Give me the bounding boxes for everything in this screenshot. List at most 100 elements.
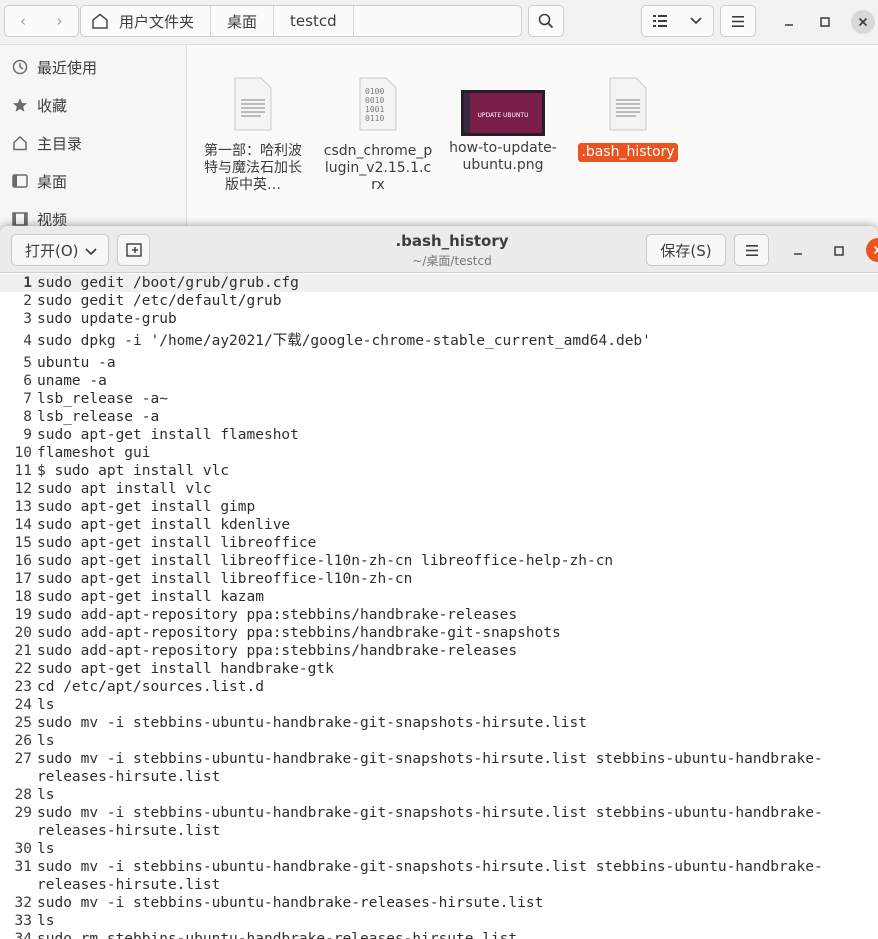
sidebar-item-label: 桌面 xyxy=(37,172,68,191)
text-editor-window: 打开(O) .bash_history ~/桌面/testcd 保存(S) 1s… xyxy=(0,226,878,939)
line-number: 6 xyxy=(23,373,32,389)
file-item-selected[interactable]: .bash_history xyxy=(573,76,683,162)
line-text: releases-hirsute.list xyxy=(37,877,221,893)
close-button[interactable] xyxy=(851,10,875,34)
line-text: lsb_release -a~ xyxy=(37,391,168,407)
line-number: 11 xyxy=(14,463,32,479)
line-text: sudo update-grub xyxy=(37,311,177,327)
line-text: uname -a xyxy=(37,373,107,389)
list-view-button[interactable] xyxy=(641,5,679,37)
code-line: 17 sudo apt-get install libreoffice-l10n-… xyxy=(0,570,878,588)
line-number: 17 xyxy=(14,571,32,587)
line-text: ls xyxy=(37,841,55,857)
line-number: 34 xyxy=(14,931,32,939)
new-tab-button[interactable] xyxy=(117,234,150,266)
line-number: 8 xyxy=(23,409,32,425)
document-path: ~/桌面/testcd xyxy=(412,254,492,268)
line-text: releases-hirsute.list xyxy=(37,769,221,785)
file-item[interactable]: UPDATE UBUNTU how-to-update-ubuntu.png xyxy=(448,76,558,174)
code-line: 2 sudo gedit /etc/default/grub xyxy=(0,292,878,310)
hamburger-menu-icon xyxy=(745,244,758,256)
open-button-label: 打开(O) xyxy=(25,241,79,260)
maximize-button[interactable] xyxy=(828,240,850,262)
breadcrumb-testcd-label: testcd xyxy=(290,12,337,30)
chevron-right-icon: › xyxy=(56,12,63,30)
sidebar-item-label: 收藏 xyxy=(37,96,68,115)
line-text: sudo apt install vlc xyxy=(37,481,212,497)
minimize-icon xyxy=(794,253,802,255)
open-button[interactable]: 打开(O) xyxy=(11,234,109,266)
code-line: 21 sudo add-apt-repository ppa:stebbins/h… xyxy=(0,642,878,660)
line-text: sudo apt-get install handbrake-gtk xyxy=(37,661,334,677)
file-name: 第一部：哈利波特与魔法石加长版中英… xyxy=(204,143,302,193)
close-icon xyxy=(858,17,868,27)
editor-menu-button[interactable] xyxy=(734,234,769,266)
back-button[interactable]: ‹ xyxy=(4,5,42,37)
svg-text:1001: 1001 xyxy=(365,105,384,114)
line-number: 10 xyxy=(14,445,32,461)
line-text: ls xyxy=(37,787,55,803)
search-button[interactable] xyxy=(528,5,564,37)
code-line: 12 sudo apt install vlc xyxy=(0,480,878,498)
sidebar-item-label: 主目录 xyxy=(37,134,83,153)
line-number: 2 xyxy=(23,293,32,309)
code-line: 24 ls xyxy=(0,696,878,714)
line-text: sudo rm stebbins-ubuntu-handbrake-releas… xyxy=(37,931,518,939)
code-line: 6 uname -a xyxy=(0,372,878,390)
code-line: 14 sudo apt-get install kdenlive xyxy=(0,516,878,534)
line-text: lsb_release -a xyxy=(37,409,160,425)
code-line: 23 cd /etc/apt/sources.list.d xyxy=(0,678,878,696)
places-sidebar: 最近使用 收藏 主目录 桌面 视频 xyxy=(0,45,187,245)
sidebar-item-home[interactable]: 主目录 xyxy=(0,124,186,162)
code-line: 16 sudo apt-get install libreoffice-l10n-… xyxy=(0,552,878,570)
line-number: 14 xyxy=(14,517,32,533)
sidebar-item-desktop[interactable]: 桌面 xyxy=(0,162,186,200)
code-line: 1 sudo gedit /boot/grub/grub.cfg xyxy=(0,274,878,292)
line-text: sudo add-apt-repository ppa:stebbins/han… xyxy=(37,607,518,623)
save-button[interactable]: 保存(S) xyxy=(646,234,726,266)
line-text: sudo apt-get install libreoffice-l10n-zh… xyxy=(37,553,614,569)
svg-text:0100: 0100 xyxy=(365,87,384,96)
line-number: 33 xyxy=(14,913,32,929)
forward-button[interactable]: › xyxy=(41,5,79,37)
sidebar-item-recent[interactable]: 最近使用 xyxy=(0,48,186,86)
line-text: sudo apt-get install gimp xyxy=(37,499,256,515)
code-line: 9 sudo apt-get install flameshot xyxy=(0,426,878,444)
clock-icon xyxy=(10,59,30,75)
code-line: 3 sudo update-grub xyxy=(0,310,878,328)
document-title: .bash_history xyxy=(395,232,509,250)
code-line-wrap: releases-hirsute.list xyxy=(0,876,878,894)
line-text: sudo mv -i stebbins-ubuntu-handbrake-git… xyxy=(37,859,823,875)
line-number: 32 xyxy=(14,895,32,911)
line-number: 9 xyxy=(23,427,32,443)
svg-text:0110: 0110 xyxy=(365,114,384,123)
line-number: 27 xyxy=(14,751,32,767)
minimize-icon xyxy=(785,24,793,26)
main-menu-button[interactable] xyxy=(720,5,756,37)
chevron-down-icon xyxy=(85,248,97,256)
file-item[interactable]: 第一部：哈利波特与魔法石加长版中英… xyxy=(198,76,308,194)
file-name: how-to-update-ubuntu.png xyxy=(449,140,557,173)
file-manager-headerbar: ‹ › 用户文件夹 桌面 testcd xyxy=(0,0,878,45)
breadcrumb-home[interactable]: 用户文件夹 xyxy=(81,6,212,36)
code-line: 7 lsb_release -a~ xyxy=(0,390,878,408)
minimize-button[interactable] xyxy=(787,240,809,262)
minimize-button[interactable] xyxy=(777,10,801,34)
line-text: sudo mv -i stebbins-ubuntu-handbrake-rel… xyxy=(37,895,544,911)
line-number: 30 xyxy=(14,841,32,857)
close-button[interactable] xyxy=(866,238,878,262)
breadcrumb-testcd[interactable]: testcd xyxy=(274,6,354,36)
maximize-button[interactable] xyxy=(813,10,837,34)
code-line: 10 flameshot gui xyxy=(0,444,878,462)
view-options-button[interactable] xyxy=(678,5,714,37)
file-item[interactable]: 0100 0010 1001 0110 csdn_chrome_plugin_v2.1… xyxy=(323,76,433,194)
line-text: sudo mv -i stebbins-ubuntu-handbrake-git… xyxy=(37,805,823,821)
sidebar-item-starred[interactable]: 收藏 xyxy=(0,86,186,124)
line-number: 24 xyxy=(14,697,32,713)
breadcrumb-desktop[interactable]: 桌面 xyxy=(211,6,275,36)
code-line: 13 sudo apt-get install gimp xyxy=(0,498,878,516)
hamburger-menu-icon xyxy=(732,15,744,27)
text-editor-area[interactable]: 1 sudo gedit /boot/grub/grub.cfg 2 sudo ged… xyxy=(0,273,878,939)
code-line: 31 sudo mv -i stebbins-ubuntu-handbrake-g… xyxy=(0,858,878,876)
star-icon xyxy=(10,97,30,113)
